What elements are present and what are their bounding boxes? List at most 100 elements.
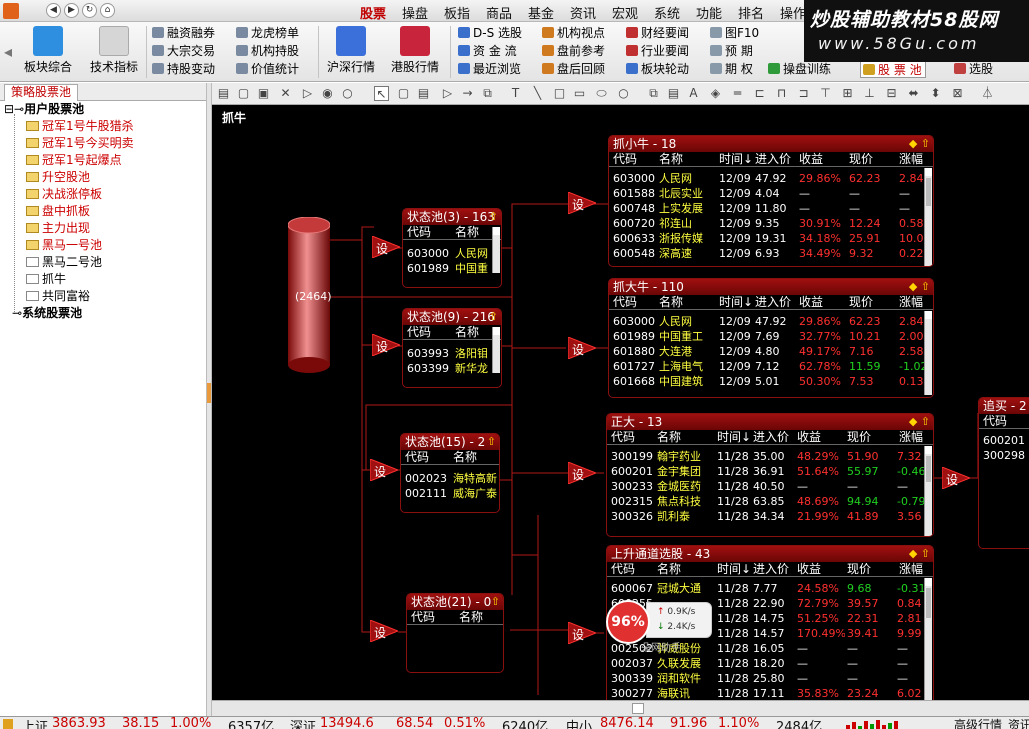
expand-icon[interactable]: ◆ ⇧ — [909, 279, 930, 295]
sz-index-name[interactable]: 深证 — [290, 717, 316, 729]
table-row[interactable]: 300277 海联讯 11/28 17.11 35.83% 23.24 6.02 — [607, 686, 933, 700]
paste-icon[interactable]: ▤ — [666, 86, 681, 101]
table-row[interactable]: 600720 祁连山 12/09 9.35 30.91% 12.24 0.58 — [609, 216, 933, 231]
menu-fund[interactable]: 基金 — [528, 3, 554, 22]
trading-practice-button[interactable]: 操盘训练 — [768, 61, 831, 78]
block-overview-button[interactable]: 板块综合 — [22, 24, 74, 80]
table-row[interactable]: 300199 翰宇药业 11/28 35.00 48.29% 51.90 7.32 — [607, 449, 933, 464]
menu-news[interactable]: 资讯 — [570, 3, 596, 22]
align-center-icon[interactable]: ⊓ — [774, 86, 789, 101]
expand-icon[interactable]: ◆ ⇧ — [909, 136, 930, 152]
table-row[interactable]: 600201 — [979, 433, 1029, 448]
tree-root-user-pools[interactable]: ⊟⊸用户股票池 — [4, 101, 84, 117]
tree-layout-icon[interactable]: ⏃ — [980, 86, 995, 101]
fund-flow-button[interactable]: 资 金 流 — [458, 43, 517, 60]
table-row[interactable]: 603399 新华龙 — [403, 361, 501, 376]
table-row[interactable]: 300326 凯利泰 11/28 34.34 21.99% 41.89 3.56 — [607, 509, 933, 524]
news-link[interactable]: 资讯 — [1008, 717, 1029, 729]
set-button[interactable]: 设 — [568, 337, 596, 359]
menu-commodity[interactable]: 商品 — [486, 3, 512, 22]
arrow-tool-icon[interactable]: → — [460, 86, 475, 101]
menu-function[interactable]: 功能 — [696, 3, 722, 22]
result-pool-big-bull[interactable]: 抓大牛 - 110 ◆ ⇧ 代码 名称 时间↓ 进入价 收益 现价 涨幅 603000 人民网 1… — [608, 278, 934, 398]
table-row[interactable]: 603993 洛阳钼 — [403, 346, 501, 361]
align-bottom-icon[interactable]: ⊥ — [862, 86, 877, 101]
tree-item[interactable]: 升空股池 — [26, 169, 90, 185]
institution-view-button[interactable]: 机构视点 — [542, 25, 605, 42]
splitter-grip-icon[interactable] — [207, 383, 211, 403]
ellipse-tool-icon[interactable]: ⬭ — [594, 86, 609, 101]
table-row[interactable]: 603000 人民网 12/09 47.92 29.86% 62.23 2.84 — [609, 314, 933, 329]
tab-strategy-pool[interactable]: 策略股票池 — [4, 84, 79, 101]
state-pool-9[interactable]: 状态池(9) - 216 ⇧ 代码 名称 603993 洛阳钼 603399 新华龙 — [402, 308, 502, 388]
holding-change-button[interactable]: 持股变动 — [152, 61, 215, 78]
state-pool-3[interactable]: 状态池(3) - 163 ⇧ 代码 名称 603000 人民网 601989 中国重 — [402, 208, 502, 288]
table-row[interactable]: 300233 金城医药 11/28 40.50 — — — — [607, 479, 933, 494]
stock-pool-button[interactable]: 股 票 池 — [860, 61, 926, 78]
f10-chart-button[interactable]: 图F10 — [710, 25, 759, 42]
dragon-tiger-list-button[interactable]: 龙虎榜单 — [236, 25, 299, 42]
table-row[interactable]: 601989 中国重 — [403, 261, 501, 276]
circle-tool-icon[interactable]: ○ — [616, 86, 631, 101]
horizontal-scrollbar[interactable] — [212, 700, 1029, 716]
tree-item[interactable]: 冠军1号起爆点 — [26, 152, 122, 168]
options-button[interactable]: 期 权 — [710, 61, 753, 78]
pool-scrollbar[interactable] — [924, 446, 932, 536]
set-button[interactable]: 设 — [942, 467, 970, 489]
pool-scrollbar[interactable] — [924, 311, 932, 395]
triangle-tool-icon[interactable]: ▷ — [440, 86, 455, 101]
fill-icon[interactable]: ◈ — [708, 86, 723, 101]
distribute-icon[interactable]: ⊟ — [884, 86, 899, 101]
recent-browse-button[interactable]: 最近浏览 — [458, 61, 521, 78]
menu-action[interactable]: 操作 — [780, 3, 806, 22]
set-button[interactable]: 设 — [372, 334, 400, 356]
table-row[interactable]: 600548 深高速 12/09 6.93 34.49% 9.32 0.22 — [609, 246, 933, 261]
result-pool-small-bull[interactable]: 抓小牛 - 18 ◆ ⇧ 代码 名称 时间↓ 进入价 收益 现价 涨幅 603000 人民网 12… — [608, 135, 934, 267]
expand-icon[interactable]: ◆ ⇧ — [909, 414, 930, 430]
menu-system[interactable]: 系统 — [654, 3, 680, 22]
advanced-quote-link[interactable]: 高级行情 — [954, 717, 1002, 729]
ribbon-scroll-left-icon[interactable]: ◂ — [4, 42, 12, 61]
table-row[interactable]: 603000 人民网 12/09 47.92 29.86% 62.23 2.84 — [609, 171, 933, 186]
sh-index-name[interactable]: 上证 — [22, 717, 48, 729]
table-row[interactable]: 600633 浙报传媒 12/09 19.31 34.18% 25.91 10.0 — [609, 231, 933, 246]
buy-pool[interactable]: 追买 - 2 代码 600201 300298 — [978, 397, 1029, 549]
table-row[interactable]: 002111 威海广泰 — [401, 486, 499, 501]
table-row[interactable]: 300339 润和软件 11/28 25.80 — — — — [607, 671, 933, 686]
forward-icon[interactable]: ▶ — [64, 3, 79, 18]
expand-icon[interactable]: ⇧ — [491, 594, 500, 610]
pointer-icon[interactable]: ↖ — [374, 86, 389, 101]
table-row[interactable]: 002315 焦点科技 11/28 63.85 48.69% 94.94 -0.79 — [607, 494, 933, 509]
block-trade-button[interactable]: 大宗交易 — [152, 43, 215, 60]
expand-icon[interactable]: ⇧ — [487, 434, 496, 450]
state-pool-15[interactable]: 状态池(15) - 2 ⇧ 代码 名称 002023 海特高新 002111 威海广泰 — [400, 433, 500, 513]
doc-tool-icon[interactable]: ▤ — [416, 86, 431, 101]
institution-holding-button[interactable]: 机构持股 — [236, 43, 299, 60]
state-pool-21[interactable]: 状态池(21) - 0 ⇧ 代码 名称 — [406, 593, 504, 673]
doc-icon[interactable]: ▤ — [216, 86, 231, 101]
tree-item[interactable]: 黑马二号池 — [26, 254, 102, 270]
tech-indicator-button[interactable]: 技术指标 — [86, 24, 142, 80]
menu-ranking[interactable]: 排名 — [738, 3, 764, 22]
set-button[interactable]: 设 — [370, 459, 398, 481]
group-tool-icon[interactable]: ⧉ — [480, 86, 495, 101]
ds-select-button[interactable]: D-S 选股 — [458, 25, 522, 42]
table-row[interactable]: 601989 中国重工 12/09 7.69 32.77% 10.21 2.00 — [609, 329, 933, 344]
app-logo-icon[interactable] — [3, 3, 19, 19]
menu-operation[interactable]: 操盘 — [402, 3, 428, 22]
set-button[interactable]: 设 — [372, 236, 400, 258]
forecast-button[interactable]: 预 期 — [710, 43, 753, 60]
copy-icon[interactable]: ⧉ — [646, 86, 661, 101]
pool-scrollbar[interactable] — [492, 327, 500, 373]
tree-item[interactable]: 抓牛 — [26, 271, 66, 287]
circle-icon[interactable]: ○ — [340, 86, 355, 101]
menu-macro[interactable]: 宏观 — [612, 3, 638, 22]
pool-scrollbar[interactable] — [492, 227, 500, 273]
set-button[interactable]: 设 — [568, 622, 596, 644]
open-icon[interactable]: ▢ — [236, 86, 251, 101]
align-left-icon[interactable]: ⊏ — [752, 86, 767, 101]
rectangle-tool-icon[interactable]: □ — [552, 86, 567, 101]
expand-icon[interactable]: ◆ ⇧ — [909, 546, 930, 562]
align-top-icon[interactable]: ⊤ — [818, 86, 833, 101]
tree-item[interactable]: 共同富裕 — [26, 288, 90, 304]
